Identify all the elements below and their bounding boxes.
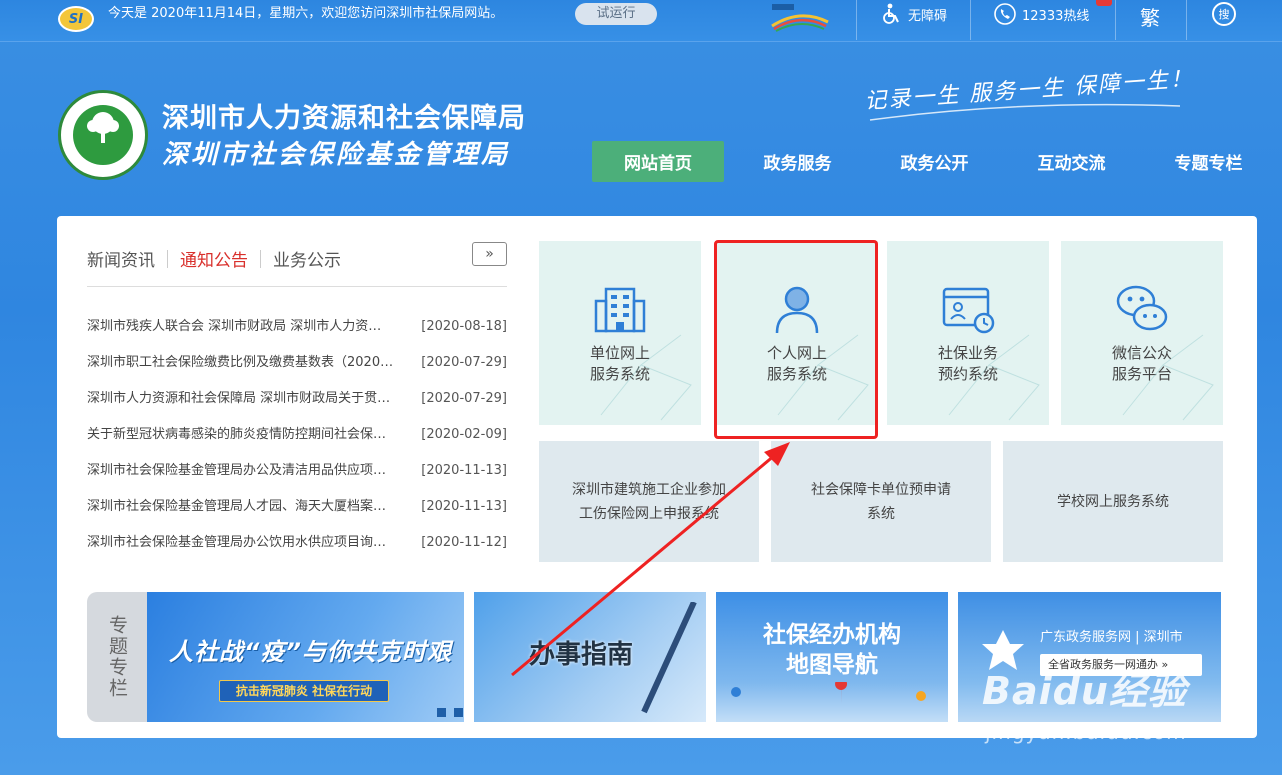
news-list: 深圳市残疾人联合会 深圳市财政局 深圳市人力资… [2020-08-18] 深圳市… [87, 318, 507, 570]
news-date: [2020-08-18] [421, 319, 507, 334]
banner-title: 办事指南 [529, 640, 634, 670]
news-date: [2020-11-13] [421, 499, 507, 514]
tab-business-publicity[interactable]: 业务公示 [261, 246, 353, 271]
banner-anti-epidemic[interactable]: 人社战“疫”与你共克时艰 抗击新冠肺炎 社保在行动 [147, 592, 464, 722]
tab-notices[interactable]: 通知公告 [168, 246, 260, 271]
top-divider [1115, 0, 1116, 40]
news-tabs: 新闻资讯 通知公告 业务公示 [87, 246, 353, 271]
pen-icon [641, 602, 697, 714]
news-title[interactable]: 深圳市职工社会保险缴费比例及缴费基数表（2020… [87, 354, 409, 390]
annotation-highlight-box [714, 240, 878, 439]
news-title[interactable]: 深圳市社会保险基金管理局办公饮用水供应项目询… [87, 534, 409, 570]
tile-wechat-service[interactable]: 微信公众 服务平台 [1061, 241, 1223, 425]
trial-badge: 试运行 [575, 3, 657, 25]
carousel-dots [437, 708, 464, 717]
tile-label-line1: 社会保障卡单位预申请 [811, 481, 951, 498]
greeting-text: 今天是 2020年11月14日，星期六，欢迎您访问深圳市社保局网站。 [108, 6, 504, 21]
news-date: [2020-11-13] [421, 463, 507, 478]
baidu-watermark-url: jingyan.baidu.com [985, 720, 1187, 744]
tile-social-security-appointment[interactable]: 社保业务 预约系统 [887, 241, 1049, 425]
news-date: [2020-07-29] [421, 391, 507, 406]
shenzhen-china-logo [771, 4, 829, 32]
phone-icon [994, 3, 1016, 25]
news-item[interactable]: 关于新型冠状病毒感染的肺炎疫情防控期间社会保… [2020-02-09] [87, 426, 507, 462]
network-deco [600, 334, 692, 421]
top-bar: SI 今天是 2020年11月14日，星期六，欢迎您访问深圳市社保局网站。 试运… [0, 0, 1282, 42]
tile-construction-injury-insurance[interactable]: 深圳市建筑施工企业参加 工伤保险网上申报系统 [539, 441, 759, 562]
tree-icon [87, 112, 119, 143]
news-title[interactable]: 深圳市社会保险基金管理局办公及清洁用品供应项… [87, 462, 409, 498]
main-nav: 网站首页 政务服务 政务公开 互动交流 专题专栏 [592, 141, 1277, 182]
news-title[interactable]: 深圳市社会保险基金管理局人才园、海天大厦档案… [87, 498, 409, 534]
tile-label-line2: 系统 [867, 505, 895, 522]
news-title[interactable]: 深圳市残疾人联合会 深圳市财政局 深圳市人力资… [87, 318, 409, 354]
tile-school-online-service[interactable]: 学校网上服务系统 [1003, 441, 1223, 562]
special-topics-label: 专题专栏 [87, 592, 147, 722]
si-logo: SI [58, 6, 94, 32]
nav-government-services[interactable]: 政务服务 [729, 141, 866, 182]
traditional-chinese-toggle[interactable]: 繁 [1140, 2, 1160, 31]
news-item[interactable]: 深圳市社会保险基金管理局办公饮用水供应项目询… [2020-11-12] [87, 534, 507, 570]
nav-interaction[interactable]: 互动交流 [1003, 141, 1140, 182]
tile-employer-online-service[interactable]: 单位网上 服务系统 [539, 241, 701, 425]
slogan-swoosh [869, 103, 1181, 121]
bureau-emblem [58, 90, 148, 180]
news-item[interactable]: 深圳市职工社会保险缴费比例及缴费基数表（2020… [2020-07-29] [87, 354, 507, 390]
nav-special-topics[interactable]: 专题专栏 [1140, 141, 1277, 182]
tile-social-card-preapplication[interactable]: 社会保障卡单位预申请 系统 [771, 441, 991, 562]
tile-label-line1: 深圳市建筑施工企业参加 [572, 481, 726, 498]
nav-government-disclosure[interactable]: 政务公开 [866, 141, 1003, 182]
news-item[interactable]: 深圳市社会保险基金管理局办公及清洁用品供应项… [2020-11-13] [87, 462, 507, 498]
wheelchair-icon [880, 3, 902, 25]
banner-title: 社保经办机构 地图导航 [716, 620, 948, 680]
nav-home[interactable]: 网站首页 [592, 141, 724, 182]
more-news-button[interactable]: » [472, 242, 507, 266]
network-deco [948, 334, 1040, 421]
tab-news[interactable]: 新闻资讯 [87, 246, 167, 271]
hotline-label: 12333热线 [1022, 8, 1090, 24]
carousel-dot[interactable] [454, 708, 463, 717]
banner-title-line1: 社保经办机构 [763, 622, 901, 648]
news-date: [2020-11-12] [421, 535, 507, 550]
map-pins-icon [731, 682, 926, 704]
search-button[interactable]: 搜 [1212, 2, 1236, 26]
baidu-watermark: Baidu经验 [982, 669, 1187, 713]
banner-map-navigation[interactable]: 社保经办机构 地图导航 [716, 592, 948, 722]
banner-title-line2: 地图导航 [786, 652, 878, 678]
news-item[interactable]: 深圳市人力资源和社会保障局 深圳市财政局关于贯… [2020-07-29] [87, 390, 507, 426]
banner-subtitle: 抗击新冠肺炎 社保在行动 [219, 680, 389, 702]
banner-service-guide[interactable]: 办事指南 [474, 592, 706, 722]
top-divider [856, 0, 857, 40]
banner-title: 人社战“疫”与你共克时艰 [169, 638, 452, 666]
accessibility-link[interactable]: 无障碍 [880, 0, 947, 28]
accessibility-label: 无障碍 [908, 8, 948, 24]
new-badge [1096, 0, 1112, 6]
news-date: [2020-02-09] [421, 427, 507, 442]
news-divider [87, 286, 507, 287]
news-title[interactable]: 深圳市人力资源和社会保障局 深圳市财政局关于贯… [87, 390, 409, 426]
top-divider [1186, 0, 1187, 40]
hotline-link[interactable]: 12333热线 [994, 0, 1089, 28]
org-name-secondary: 深圳市社会保险基金管理局 [162, 140, 511, 170]
carousel-dot[interactable] [437, 708, 446, 717]
network-deco [1122, 334, 1214, 421]
news-title[interactable]: 关于新型冠状病毒感染的肺炎疫情防控期间社会保… [87, 426, 409, 462]
top-divider [970, 0, 971, 40]
org-name-primary: 深圳市人力资源和社会保障局 [162, 103, 526, 134]
tile-label-line1: 学校网上服务系统 [1057, 493, 1169, 510]
banner-title: 广东政务服务网 | 深圳市 [1040, 630, 1183, 645]
news-date: [2020-07-29] [421, 355, 507, 370]
tile-label-line2: 工伤保险网上申报系统 [579, 505, 719, 522]
news-item[interactable]: 深圳市残疾人联合会 深圳市财政局 深圳市人力资… [2020-08-18] [87, 318, 507, 354]
news-item[interactable]: 深圳市社会保险基金管理局人才园、海天大厦档案… [2020-11-13] [87, 498, 507, 534]
